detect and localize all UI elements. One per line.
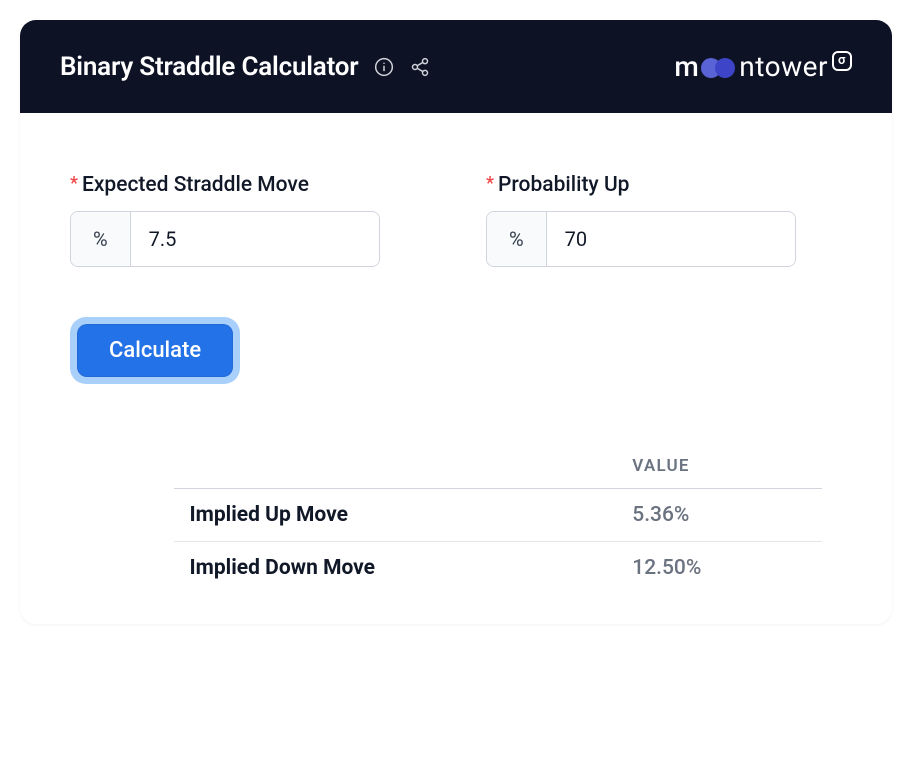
header-left: Binary Straddle Calculator <box>60 52 430 82</box>
result-value: 12.50% <box>616 542 822 595</box>
info-icon[interactable] <box>374 57 394 77</box>
straddle-label-text: Expected Straddle Move <box>82 173 309 197</box>
logo-sigma: σ <box>832 51 852 71</box>
percent-prefix: % <box>487 212 547 266</box>
header-bar: Binary Straddle Calculator <box>20 20 892 113</box>
table-row: Implied Down Move 12.50% <box>174 542 822 595</box>
probability-group: *Probability Up % <box>486 173 842 267</box>
probability-input-group: % <box>486 211 796 267</box>
probability-input[interactable] <box>547 212 796 266</box>
share-icon[interactable] <box>410 57 430 77</box>
straddle-label: *Expected Straddle Move <box>70 173 426 197</box>
straddle-input[interactable] <box>131 212 380 266</box>
straddle-input-group: % <box>70 211 380 267</box>
calculator-card: Binary Straddle Calculator <box>20 20 892 624</box>
logo-suffix: ntower <box>739 50 828 83</box>
moontower-logo: m ntower σ <box>674 50 852 83</box>
page-title: Binary Straddle Calculator <box>60 52 358 82</box>
result-label: Implied Down Move <box>174 542 617 595</box>
logo-moon-icon <box>701 57 737 79</box>
probability-label-text: Probability Up <box>498 173 630 197</box>
result-value: 5.36% <box>616 489 822 542</box>
result-label: Implied Up Move <box>174 489 617 542</box>
header-icons <box>374 57 430 77</box>
form-row: *Expected Straddle Move % *Probability U… <box>70 173 842 267</box>
table-row: Implied Up Move 5.36% <box>174 489 822 542</box>
empty-header <box>174 444 617 489</box>
percent-prefix: % <box>71 212 131 266</box>
results-table: VALUE Implied Up Move 5.36% Implied Down… <box>174 444 822 594</box>
required-mark: * <box>70 173 78 194</box>
calculate-button[interactable]: Calculate <box>77 324 233 377</box>
calculate-focus-ring: Calculate <box>70 317 240 384</box>
value-header: VALUE <box>616 444 822 489</box>
probability-label: *Probability Up <box>486 173 842 197</box>
logo-prefix: m <box>674 50 699 83</box>
results-header-row: VALUE <box>174 444 822 489</box>
card-body: *Expected Straddle Move % *Probability U… <box>20 113 892 624</box>
straddle-group: *Expected Straddle Move % <box>70 173 426 267</box>
required-mark: * <box>486 173 494 194</box>
